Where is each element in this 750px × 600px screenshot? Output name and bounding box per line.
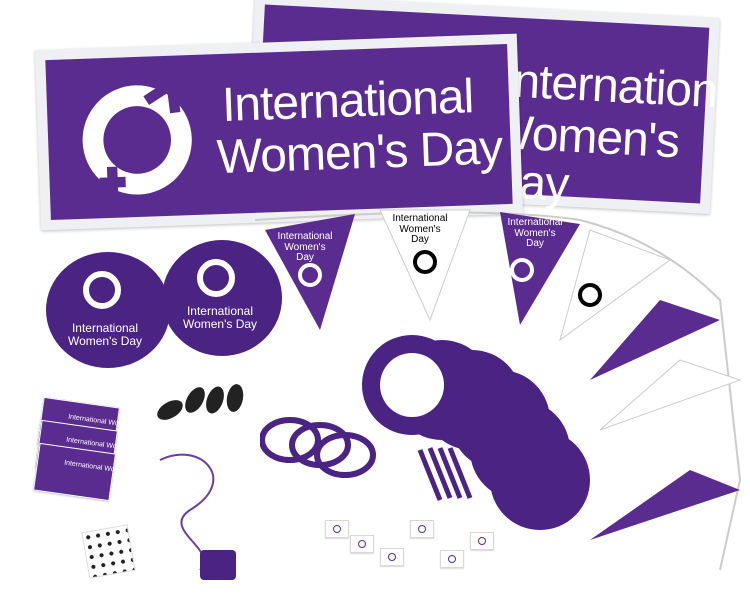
balloon-line2: Women's Day <box>67 334 143 349</box>
balloon-right-text: International Women's Day <box>170 304 270 332</box>
balloon-left-text: International Women's Day <box>55 321 155 349</box>
pens <box>417 447 473 501</box>
bunting-flag-purple <box>590 470 740 540</box>
mini-card <box>440 550 464 568</box>
mini-card <box>470 532 494 550</box>
balloon-line1: International <box>186 304 254 318</box>
flag-line2: Women's <box>514 227 556 239</box>
mini-balloons <box>157 384 244 420</box>
mini-card <box>380 548 404 566</box>
flag-line1: International <box>392 213 448 224</box>
party-pack-photo: International Women's Day International … <box>0 0 750 600</box>
flag-line3: Day <box>411 234 429 245</box>
flag-line3: Day <box>526 238 544 249</box>
polka-dot-napkin <box>81 524 136 579</box>
mini-card <box>410 520 434 538</box>
mini-card <box>350 535 374 553</box>
bunting-flag-text: International Women's Day <box>500 217 570 250</box>
flag-line1: International <box>507 217 563 228</box>
balloon-line2: Women's Day <box>182 317 258 332</box>
flag-line2: Women's <box>399 223 441 235</box>
ribbon <box>159 453 236 580</box>
balloon-line1: International <box>71 321 139 335</box>
bunting-flag-text: International Women's Day <box>385 213 455 246</box>
bunting-flag-white <box>599 359 742 431</box>
mini-card <box>325 520 349 538</box>
